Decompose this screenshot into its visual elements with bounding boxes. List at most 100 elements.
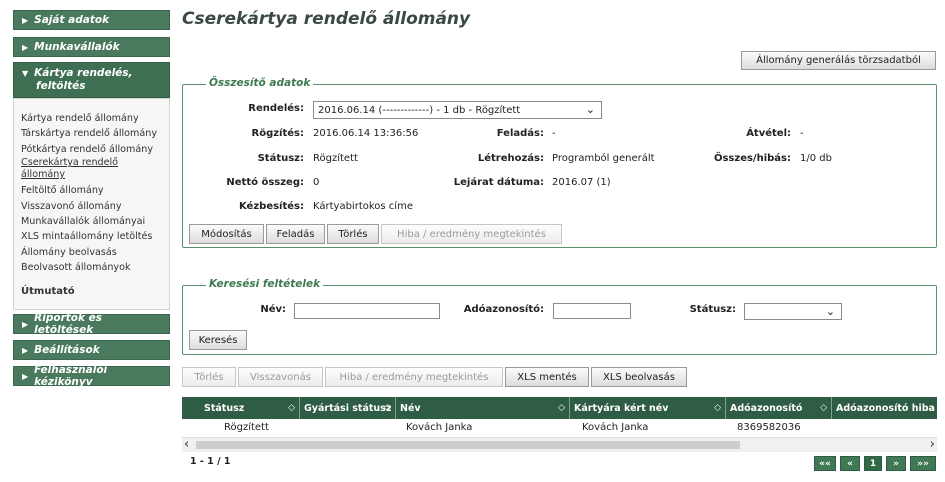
sidebar-item-feltolto[interactable]: Feltöltő állomány <box>21 183 169 198</box>
next-page-button[interactable]: » <box>886 456 906 471</box>
table-row[interactable]: Rögzített Kovách Janka Kovách Janka 8369… <box>182 419 937 438</box>
record-counter: 1 - 1 / 1 <box>190 456 231 467</box>
app-root: ▶ Saját adatok ▶ Munkavállalók ▼ Kártya r… <box>0 0 945 482</box>
status-label: Státusz: <box>257 153 304 164</box>
order-select[interactable]: 2016.06.14 (-------------) - 1 db - Rögz… <box>313 101 602 119</box>
sort-icon: ◇ <box>714 403 721 413</box>
net-amount-value: 0 <box>313 177 320 188</box>
sidebar-item-allomany-beolvasas[interactable]: Állomány beolvasás <box>21 245 169 260</box>
sort-icon: ◇ <box>288 403 295 413</box>
expiry-label: Lejárat dátuma: <box>453 177 544 188</box>
sidebar-item-tarskartya[interactable]: Társkártya rendelő állomány <box>21 126 169 141</box>
chevron-right-icon: ▶ <box>22 42 29 52</box>
page-title: Cserekártya rendelő állomány <box>182 9 471 29</box>
total-errors-value: 1/0 db <box>800 153 832 164</box>
dispatch-value: - <box>552 128 556 139</box>
chevron-down-icon: ▼ <box>22 69 29 78</box>
name-label: Név: <box>260 304 286 315</box>
delivery-label: Kézbesítés: <box>238 201 304 212</box>
sidebar-section-riportok[interactable]: ▶ Riportok és letöltések <box>13 312 170 336</box>
cell-taxid: 8369582036 <box>737 422 801 433</box>
column-production-status[interactable]: Gyártási státusz ◇ <box>300 397 396 419</box>
cell-status: Rögzített <box>224 422 269 433</box>
recorded-value: 2016.06.14 13:36:56 <box>313 128 419 139</box>
last-page-button[interactable]: »» <box>910 456 936 471</box>
recorded-label: Rögzítés: <box>251 128 305 139</box>
status-value: Rögzített <box>313 153 358 164</box>
sidebar-item-munkavallalok-allomanyai[interactable]: Munkavállalók állományai <box>21 214 169 229</box>
column-label: Adóazonosító <box>730 402 803 414</box>
sidebar-section-label: Felhasználói kézikönyv <box>34 364 108 388</box>
sidebar-section-label: Riportok és letöltések <box>34 312 102 336</box>
search-status-label: Státusz: <box>689 304 736 315</box>
order-select-value: 2016.06.14 (-------------) - 1 db - Rögz… <box>318 104 521 116</box>
column-label: Gyártási státusz <box>304 402 392 414</box>
column-label: Státusz <box>204 402 245 414</box>
column-label: Név <box>400 402 421 414</box>
sidebar-item-potkartya[interactable]: Pótkártya rendelő állomány <box>21 142 169 157</box>
search-button[interactable]: Keresés <box>189 330 247 350</box>
column-name[interactable]: Név ◇ <box>396 397 570 419</box>
sidebar-item-xls-minta[interactable]: XLS mintaállomány letöltés <box>21 229 169 244</box>
summary-legend: Összesítő adatok <box>206 77 314 89</box>
search-legend: Keresési feltételek <box>206 278 324 290</box>
sort-icon: ◇ <box>384 403 391 413</box>
current-page-button[interactable]: 1 <box>864 456 882 471</box>
receipt-value: - <box>800 128 804 139</box>
sidebar-section-kezikonyv[interactable]: ▶ Felhasználói kézikönyv <box>13 364 170 388</box>
column-label: Kártyára kért név <box>574 402 669 414</box>
column-taxid[interactable]: Adóazonosító ◇ <box>726 397 832 419</box>
status-select[interactable]: ⌄ <box>744 303 842 320</box>
view-errors-button[interactable]: Hiba / eredmény megtekintés <box>381 224 562 244</box>
sidebar-item-utmutato[interactable]: Útmutató <box>21 286 169 297</box>
cell-card-name: Kovách Janka <box>582 422 649 433</box>
total-errors-label: Összes/hibás: <box>713 153 791 164</box>
column-label: Adóazonosító hiba <box>836 402 935 414</box>
search-fieldset <box>182 285 937 355</box>
created-label: Létrehozás: <box>477 153 544 164</box>
column-status[interactable]: Státusz ◇ <box>200 397 300 419</box>
taxid-input[interactable] <box>553 303 631 319</box>
prev-page-button[interactable]: « <box>840 456 860 471</box>
created-value: Programból generált <box>552 153 655 164</box>
sidebar-section-sajat-adatok[interactable]: ▶ Saját adatok <box>13 10 170 30</box>
first-page-button[interactable]: «« <box>814 456 836 471</box>
toolbar-view-errors-button[interactable]: Hiba / eredmény megtekintés <box>325 367 503 387</box>
chevron-down-icon: ⌄ <box>825 305 835 318</box>
sidebar-item-visszavono[interactable]: Visszavonó állomány <box>21 199 169 214</box>
order-label: Rendelés: <box>248 103 304 114</box>
column-taxid-error[interactable]: Adóazonosító hiba <box>832 397 937 419</box>
sidebar-section-label: Munkavállalók <box>34 41 120 53</box>
generate-from-master-button[interactable]: Állomány generálás törzsadatból <box>741 51 936 70</box>
chevron-down-icon: ⌄ <box>585 103 595 116</box>
sidebar-item-kartya-rendelo[interactable]: Kártya rendelő állomány <box>21 111 169 126</box>
sidebar-section-label: Saját adatok <box>34 14 110 26</box>
scroll-right-icon[interactable]: › <box>930 437 935 452</box>
name-input[interactable] <box>294 303 440 319</box>
scrollbar-thumb[interactable] <box>196 441 740 449</box>
sidebar-item-cserekartya[interactable]: Cserekártya rendelő állomány <box>21 157 141 181</box>
dispatch-label: Feladás: <box>496 128 544 139</box>
grid-header: Státusz ◇ Gyártási státusz ◇ Név ◇ Kártyára… <box>182 397 937 419</box>
sidebar-section-munkavallalok[interactable]: ▶ Munkavállalók <box>13 37 170 57</box>
chevron-right-icon: ▶ <box>22 345 29 355</box>
sidebar-submenu: Kártya rendelő állomány Társkártya rende… <box>13 98 170 310</box>
delete-order-button[interactable]: Törlés <box>327 224 379 244</box>
modify-button[interactable]: Módosítás <box>189 224 264 244</box>
xls-load-button[interactable]: XLS beolvasás <box>591 367 687 387</box>
revoke-button[interactable]: Visszavonás <box>238 367 323 387</box>
scroll-left-icon[interactable]: ‹ <box>184 437 189 452</box>
net-amount-label: Nettó összeg: <box>226 177 304 188</box>
sidebar-section-label-line2: feltöltés <box>36 80 86 92</box>
delivery-value: Kártyabirtokos címe <box>313 201 413 212</box>
dispatch-button[interactable]: Feladás <box>266 224 325 244</box>
sort-icon: ◇ <box>820 403 827 413</box>
sidebar-section-kartya-rendeles[interactable]: ▼ Kártya rendelés, feltöltés <box>13 62 170 98</box>
sidebar-item-beolvasott[interactable]: Beolvasott állományok <box>21 260 169 275</box>
sidebar-section-beallitasok[interactable]: ▶ Beállítások <box>13 340 170 360</box>
expiry-value: 2016.07 (1) <box>552 177 611 188</box>
column-card-name[interactable]: Kártyára kért név ◇ <box>570 397 726 419</box>
delete-button[interactable]: Törlés <box>182 367 236 387</box>
xls-save-button[interactable]: XLS mentés <box>505 367 589 387</box>
horizontal-scrollbar[interactable]: ‹ › <box>182 437 937 452</box>
